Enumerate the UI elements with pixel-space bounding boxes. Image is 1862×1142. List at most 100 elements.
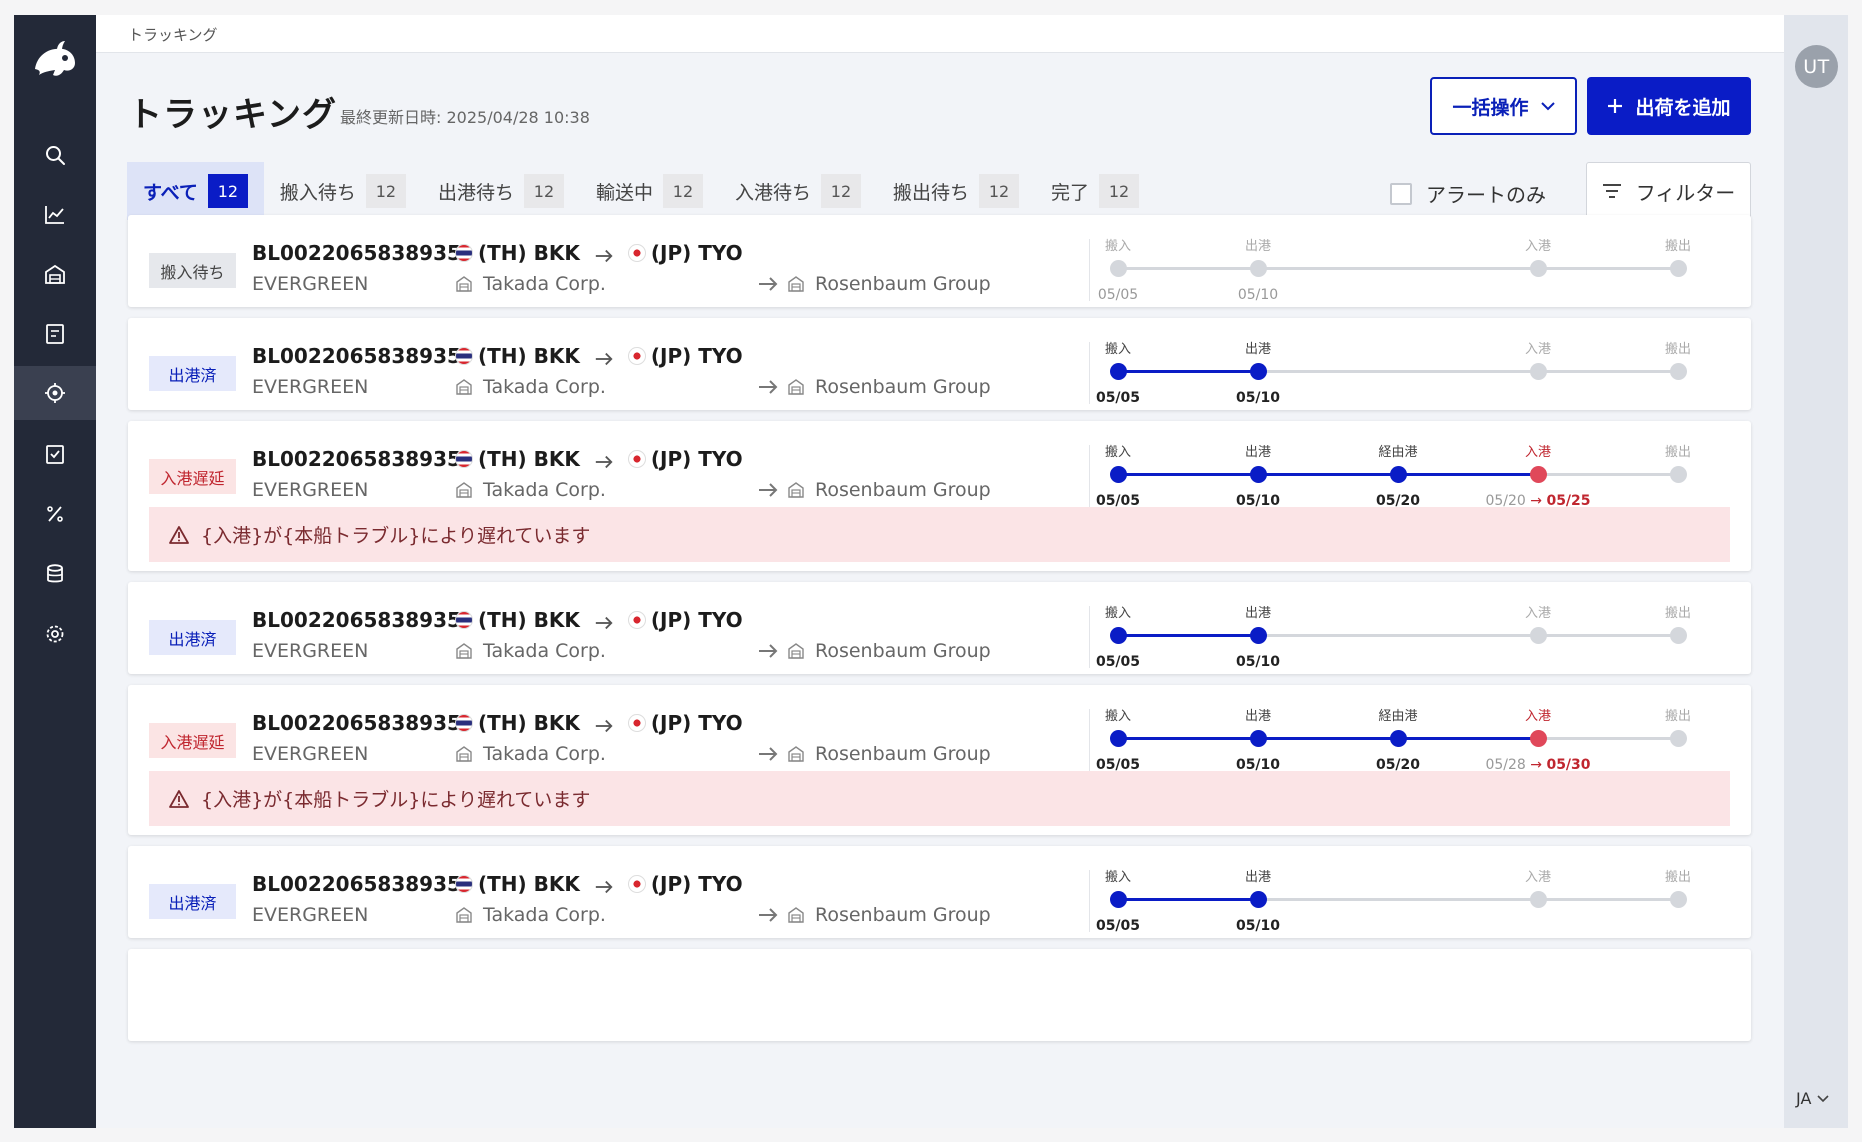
shipment-card[interactable]: 出港済 BL0022065838935 EVERGREEN (TH) BKK (JP) …	[128, 846, 1751, 938]
timeline-segment	[1538, 473, 1678, 476]
status-tab-label: 出港待ち	[437, 181, 514, 204]
nav-booking[interactable]	[14, 307, 96, 361]
status-tab-label: すべて	[143, 181, 198, 204]
nav-database[interactable]	[14, 547, 96, 601]
timeline-segment	[1118, 473, 1258, 476]
page-title: トラッキング	[128, 95, 337, 135]
nav-search[interactable]	[14, 128, 96, 182]
nav-settings[interactable]	[14, 607, 96, 661]
timeline-stage-label: 搬入	[1104, 445, 1131, 460]
carrier-name: EVERGREEN	[252, 743, 369, 765]
timeline-stage-dot	[1110, 466, 1127, 483]
status-tab[interactable]: 完了 12	[1035, 162, 1155, 220]
timeline-stage-label: 出港	[1244, 342, 1271, 357]
task-icon	[46, 445, 64, 464]
shipment-card[interactable]: 入港遅延 BL0022065838935 EVERGREEN (TH) BKK (JP)…	[128, 685, 1751, 835]
status-tab[interactable]: 輸送中 12	[580, 162, 719, 220]
breadcrumb[interactable]: トラッキング	[128, 24, 218, 45]
status-badge: 入港遅延	[149, 459, 236, 494]
filter-icon	[1602, 184, 1621, 198]
status-tab[interactable]: 入港待ち 12	[719, 162, 877, 220]
bulk-action-button[interactable]: 一括操作	[1430, 77, 1577, 135]
timeline-stage-dot	[1530, 627, 1547, 644]
status-tab[interactable]: すべて 12	[127, 162, 264, 220]
database-icon	[47, 564, 63, 583]
orca-logo-icon[interactable]	[31, 39, 79, 83]
nav-warehouse[interactable]	[14, 247, 96, 301]
thailand-flag-icon	[455, 714, 473, 732]
shipment-card[interactable]	[128, 949, 1751, 1041]
timeline-stage-label: 搬出	[1664, 342, 1691, 357]
timeline-stage-dot	[1110, 891, 1127, 908]
origin-port: (TH) BKK	[478, 344, 580, 368]
timeline-segment	[1118, 898, 1258, 901]
nav-analytics[interactable]	[14, 187, 96, 241]
thailand-flag-icon	[455, 611, 473, 629]
carrier-name: EVERGREEN	[252, 479, 369, 501]
route: (TH) BKK (JP) TYO	[455, 344, 743, 368]
shipper: Takada Corp.	[455, 479, 606, 501]
status-tab[interactable]: 搬入待ち 12	[264, 162, 422, 220]
nav-rail	[14, 15, 96, 1128]
timeline-segment	[1258, 473, 1398, 476]
arrow-right-icon	[595, 616, 613, 630]
add-shipment-button[interactable]: 出荷を追加	[1587, 77, 1751, 135]
timeline-stage-dot	[1530, 260, 1547, 277]
timeline-stage-dot	[1250, 260, 1267, 277]
status-tab-label: 完了	[1051, 181, 1090, 204]
filter-button[interactable]: フィルター	[1586, 162, 1751, 220]
timeline-stage-date: 05/05	[1095, 654, 1141, 670]
nav-tracking[interactable]	[14, 366, 96, 420]
timeline-stage-dot	[1530, 466, 1547, 483]
thailand-flag-icon	[455, 347, 473, 365]
arrow-right-icon	[595, 352, 613, 366]
search-icon	[46, 146, 65, 165]
timeline-segment	[1118, 737, 1258, 740]
timeline-stage-dot	[1390, 730, 1407, 747]
timeline-stage-label: 搬入	[1104, 709, 1131, 724]
timeline-stage-label: 入港	[1524, 870, 1551, 885]
alert-only-toggle[interactable]: アラートのみ	[1390, 179, 1546, 208]
timeline-stage-dot	[1530, 730, 1547, 747]
consignee-name: Rosenbaum Group	[815, 273, 991, 295]
arrow-right-icon	[759, 644, 778, 658]
status-tab-label: 輸送中	[595, 181, 653, 204]
tariff-icon	[47, 506, 63, 522]
company-building-icon	[788, 379, 804, 395]
timeline-stage-dot	[1670, 260, 1687, 277]
shipper-name: Takada Corp.	[483, 640, 606, 662]
timeline-stage-label: 入港	[1524, 445, 1551, 460]
company-building-icon	[456, 907, 472, 923]
timeline-stage-label: 経由港	[1378, 445, 1418, 460]
timeline-segment	[1118, 267, 1258, 270]
status-tab-count: 12	[820, 174, 861, 208]
timeline-stage-label: 入港	[1524, 606, 1551, 621]
delay-alert: {入港}が{本船トラブル}により遅れています	[149, 507, 1730, 562]
nav-tasks[interactable]	[14, 427, 96, 481]
user-avatar[interactable]: UT	[1795, 45, 1838, 88]
timeline-segment	[1398, 473, 1538, 476]
bl-number: BL0022065838935	[252, 241, 461, 265]
language-selector[interactable]: JA	[1796, 1089, 1829, 1108]
warehouse-icon	[45, 264, 65, 284]
status-tab[interactable]: 出港待ち 12	[422, 162, 580, 220]
carrier-name: EVERGREEN	[252, 273, 369, 295]
company-building-icon	[456, 482, 472, 498]
delay-alert: {入港}が{本船トラブル}により遅れています	[149, 771, 1730, 826]
timeline-stage-date: 05/05	[1095, 918, 1141, 934]
nav-tariff[interactable]	[14, 487, 96, 541]
status-badge: 搬入待ち	[149, 253, 236, 288]
shipment-card[interactable]: 入港遅延 BL0022065838935 EVERGREEN (TH) BKK (JP)…	[128, 421, 1751, 571]
shipment-card[interactable]: 出港済 BL0022065838935 EVERGREEN (TH) BKK (JP) …	[128, 318, 1751, 410]
timeline-stage-label: 搬入	[1104, 606, 1131, 621]
consignee-name: Rosenbaum Group	[815, 640, 991, 662]
shipment-card[interactable]: 出港済 BL0022065838935 EVERGREEN (TH) BKK (JP) …	[128, 582, 1751, 674]
timeline-stage-label: 経由港	[1378, 709, 1418, 724]
timeline-segment	[1538, 370, 1678, 373]
status-tab[interactable]: 搬出待ち 12	[877, 162, 1035, 220]
timeline-stage-label: 搬出	[1664, 709, 1691, 724]
status-tab-count: 12	[365, 174, 406, 208]
alert-only-checkbox[interactable]	[1390, 182, 1412, 205]
shipment-card[interactable]: 搬入待ち BL0022065838935 EVERGREEN (TH) BKK (JP)…	[128, 215, 1751, 307]
timeline-stage-dot	[1390, 466, 1407, 483]
